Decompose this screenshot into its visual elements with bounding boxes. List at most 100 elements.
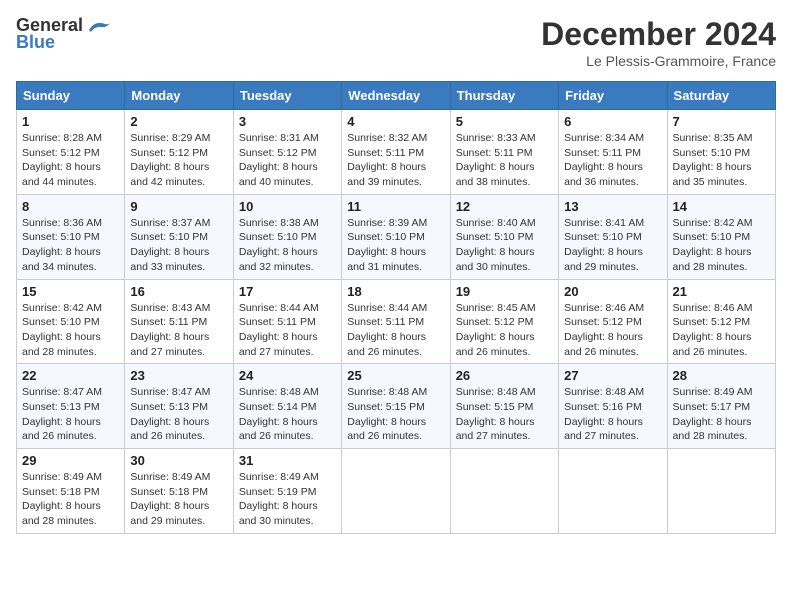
day-number: 17	[239, 284, 336, 299]
day-number: 19	[456, 284, 553, 299]
day-number: 14	[673, 199, 770, 214]
calendar-week-3: 15Sunrise: 8:42 AMSunset: 5:10 PMDayligh…	[17, 279, 776, 364]
cell-sun-info: Sunrise: 8:28 AMSunset: 5:12 PMDaylight:…	[22, 131, 119, 190]
calendar-cell: 28 Sunrise: 8:49 AMSunset: 5:17 PMDayligh…	[667, 364, 775, 449]
calendar-cell: 1 Sunrise: 8:28 AMSunset: 5:12 PMDaylight…	[17, 110, 125, 195]
calendar-cell: 31 Sunrise: 8:49 AMSunset: 5:19 PMDayligh…	[233, 449, 341, 534]
location-subtitle: Le Plessis-Grammoire, France	[541, 53, 776, 69]
calendar-cell: 6Sunrise: 8:34 AMSunset: 5:11 PMDaylight…	[559, 110, 667, 195]
cell-sun-info: Sunrise: 8:48 AMSunset: 5:16 PMDaylight:…	[564, 385, 661, 444]
calendar-table: SundayMondayTuesdayWednesdayThursdayFrid…	[16, 81, 776, 534]
cell-sun-info: Sunrise: 8:43 AMSunset: 5:11 PMDaylight:…	[130, 301, 227, 360]
cell-sun-info: Sunrise: 8:49 AMSunset: 5:17 PMDaylight:…	[673, 385, 770, 444]
calendar-cell: 29 Sunrise: 8:49 AMSunset: 5:18 PMDayligh…	[17, 449, 125, 534]
logo-bird-icon	[85, 16, 113, 36]
calendar-cell: 12 Sunrise: 8:40 AMSunset: 5:10 PMDayligh…	[450, 194, 558, 279]
calendar-cell: 17 Sunrise: 8:44 AMSunset: 5:11 PMDayligh…	[233, 279, 341, 364]
calendar-cell: 14 Sunrise: 8:42 AMSunset: 5:10 PMDayligh…	[667, 194, 775, 279]
calendar-cell	[559, 449, 667, 534]
cell-sun-info: Sunrise: 8:49 AMSunset: 5:19 PMDaylight:…	[239, 470, 336, 529]
cell-sun-info: Sunrise: 8:49 AMSunset: 5:18 PMDaylight:…	[22, 470, 119, 529]
day-number: 12	[456, 199, 553, 214]
calendar-cell: 16 Sunrise: 8:43 AMSunset: 5:11 PMDayligh…	[125, 279, 233, 364]
cell-sun-info: Sunrise: 8:48 AMSunset: 5:14 PMDaylight:…	[239, 385, 336, 444]
day-number: 28	[673, 368, 770, 383]
month-title: December 2024	[541, 16, 776, 53]
cell-sun-info: Sunrise: 8:44 AMSunset: 5:11 PMDaylight:…	[239, 301, 336, 360]
calendar-cell: 9 Sunrise: 8:37 AMSunset: 5:10 PMDaylight…	[125, 194, 233, 279]
calendar-week-2: 8 Sunrise: 8:36 AMSunset: 5:10 PMDaylight…	[17, 194, 776, 279]
calendar-cell: 13Sunrise: 8:41 AMSunset: 5:10 PMDayligh…	[559, 194, 667, 279]
day-number: 30	[130, 453, 227, 468]
cell-sun-info: Sunrise: 8:32 AMSunset: 5:11 PMDaylight:…	[347, 131, 444, 190]
calendar-cell: 5 Sunrise: 8:33 AMSunset: 5:11 PMDaylight…	[450, 110, 558, 195]
cell-sun-info: Sunrise: 8:45 AMSunset: 5:12 PMDaylight:…	[456, 301, 553, 360]
cell-sun-info: Sunrise: 8:39 AMSunset: 5:10 PMDaylight:…	[347, 216, 444, 275]
calendar-cell: 2 Sunrise: 8:29 AMSunset: 5:12 PMDaylight…	[125, 110, 233, 195]
cell-sun-info: Sunrise: 8:47 AMSunset: 5:13 PMDaylight:…	[22, 385, 119, 444]
page-header: General Blue December 2024 Le Plessis-Gr…	[16, 16, 776, 69]
calendar-cell: 27 Sunrise: 8:48 AMSunset: 5:16 PMDayligh…	[559, 364, 667, 449]
cell-sun-info: Sunrise: 8:38 AMSunset: 5:10 PMDaylight:…	[239, 216, 336, 275]
calendar-header-thursday: Thursday	[450, 82, 558, 110]
day-number: 29	[22, 453, 119, 468]
day-number: 3	[239, 114, 336, 129]
day-number: 21	[673, 284, 770, 299]
calendar-cell: 20 Sunrise: 8:46 AMSunset: 5:12 PMDayligh…	[559, 279, 667, 364]
cell-sun-info: Sunrise: 8:47 AMSunset: 5:13 PMDaylight:…	[130, 385, 227, 444]
calendar-cell: 26Sunrise: 8:48 AMSunset: 5:15 PMDayligh…	[450, 364, 558, 449]
cell-sun-info: Sunrise: 8:40 AMSunset: 5:10 PMDaylight:…	[456, 216, 553, 275]
calendar-cell: 19 Sunrise: 8:45 AMSunset: 5:12 PMDayligh…	[450, 279, 558, 364]
cell-sun-info: Sunrise: 8:29 AMSunset: 5:12 PMDaylight:…	[130, 131, 227, 190]
cell-sun-info: Sunrise: 8:33 AMSunset: 5:11 PMDaylight:…	[456, 131, 553, 190]
cell-sun-info: Sunrise: 8:37 AMSunset: 5:10 PMDaylight:…	[130, 216, 227, 275]
calendar-header-monday: Monday	[125, 82, 233, 110]
title-area: December 2024 Le Plessis-Grammoire, Fran…	[541, 16, 776, 69]
calendar-cell: 24 Sunrise: 8:48 AMSunset: 5:14 PMDayligh…	[233, 364, 341, 449]
day-number: 2	[130, 114, 227, 129]
calendar-cell: 7Sunrise: 8:35 AMSunset: 5:10 PMDaylight…	[667, 110, 775, 195]
calendar-header-sunday: Sunday	[17, 82, 125, 110]
day-number: 16	[130, 284, 227, 299]
calendar-cell	[667, 449, 775, 534]
calendar-header-wednesday: Wednesday	[342, 82, 450, 110]
calendar-cell: 18Sunrise: 8:44 AMSunset: 5:11 PMDayligh…	[342, 279, 450, 364]
calendar-week-5: 29 Sunrise: 8:49 AMSunset: 5:18 PMDayligh…	[17, 449, 776, 534]
day-number: 9	[130, 199, 227, 214]
calendar-cell: 22Sunrise: 8:47 AMSunset: 5:13 PMDayligh…	[17, 364, 125, 449]
calendar-cell: 21 Sunrise: 8:46 AMSunset: 5:12 PMDayligh…	[667, 279, 775, 364]
calendar-cell: 23 Sunrise: 8:47 AMSunset: 5:13 PMDayligh…	[125, 364, 233, 449]
calendar-cell: 10 Sunrise: 8:38 AMSunset: 5:10 PMDayligh…	[233, 194, 341, 279]
day-number: 1	[22, 114, 119, 129]
day-number: 24	[239, 368, 336, 383]
day-number: 31	[239, 453, 336, 468]
calendar-cell: 30 Sunrise: 8:49 AMSunset: 5:18 PMDayligh…	[125, 449, 233, 534]
day-number: 25	[347, 368, 444, 383]
cell-sun-info: Sunrise: 8:35 AMSunset: 5:10 PMDaylight:…	[673, 131, 770, 190]
cell-sun-info: Sunrise: 8:49 AMSunset: 5:18 PMDaylight:…	[130, 470, 227, 529]
calendar-week-4: 22Sunrise: 8:47 AMSunset: 5:13 PMDayligh…	[17, 364, 776, 449]
cell-sun-info: Sunrise: 8:42 AMSunset: 5:10 PMDaylight:…	[673, 216, 770, 275]
day-number: 4	[347, 114, 444, 129]
calendar-week-1: 1 Sunrise: 8:28 AMSunset: 5:12 PMDaylight…	[17, 110, 776, 195]
cell-sun-info: Sunrise: 8:46 AMSunset: 5:12 PMDaylight:…	[673, 301, 770, 360]
logo: General Blue	[16, 16, 113, 53]
calendar-cell: 4 Sunrise: 8:32 AMSunset: 5:11 PMDaylight…	[342, 110, 450, 195]
day-number: 11	[347, 199, 444, 214]
day-number: 6	[564, 114, 661, 129]
calendar-header-saturday: Saturday	[667, 82, 775, 110]
calendar-cell: 15Sunrise: 8:42 AMSunset: 5:10 PMDayligh…	[17, 279, 125, 364]
cell-sun-info: Sunrise: 8:31 AMSunset: 5:12 PMDaylight:…	[239, 131, 336, 190]
day-number: 8	[22, 199, 119, 214]
cell-sun-info: Sunrise: 8:36 AMSunset: 5:10 PMDaylight:…	[22, 216, 119, 275]
calendar-header-tuesday: Tuesday	[233, 82, 341, 110]
calendar-cell: 11 Sunrise: 8:39 AMSunset: 5:10 PMDayligh…	[342, 194, 450, 279]
day-number: 26	[456, 368, 553, 383]
day-number: 27	[564, 368, 661, 383]
day-number: 5	[456, 114, 553, 129]
cell-sun-info: Sunrise: 8:46 AMSunset: 5:12 PMDaylight:…	[564, 301, 661, 360]
day-number: 10	[239, 199, 336, 214]
day-number: 15	[22, 284, 119, 299]
day-number: 23	[130, 368, 227, 383]
day-number: 20	[564, 284, 661, 299]
